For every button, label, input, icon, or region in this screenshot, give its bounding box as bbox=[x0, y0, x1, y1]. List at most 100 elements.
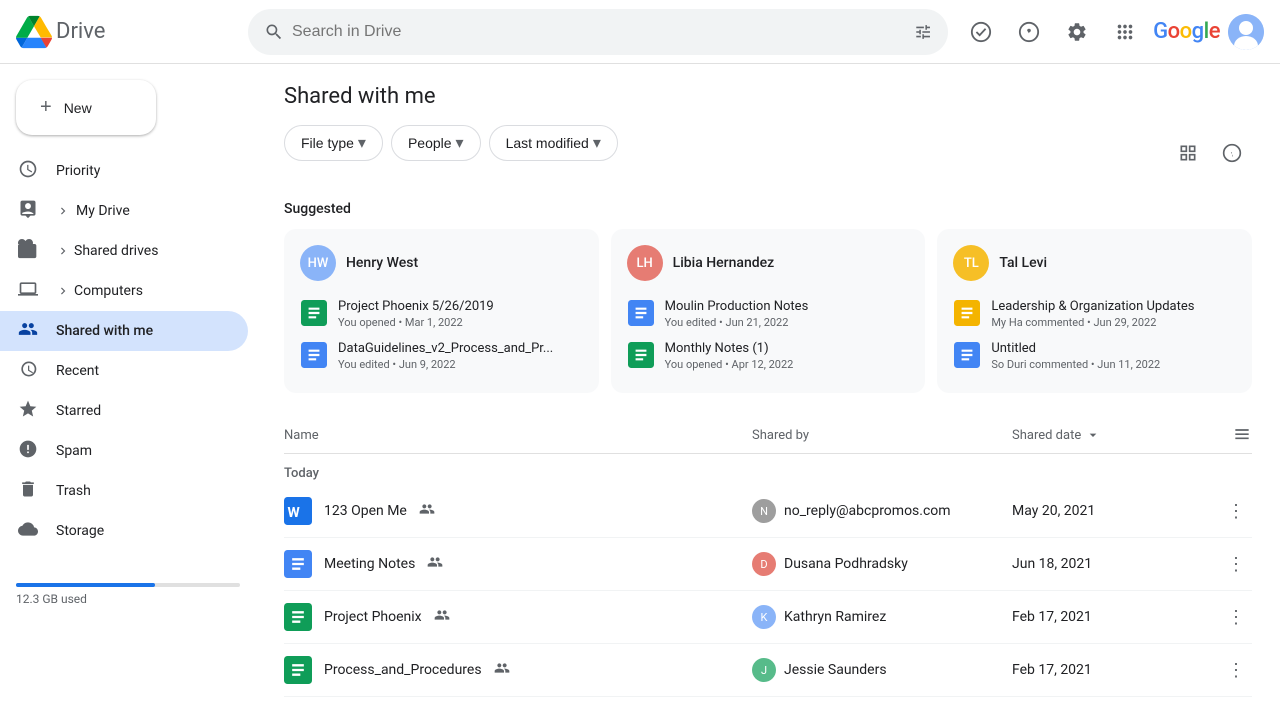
more-btn-2[interactable]: ⋮ bbox=[1220, 601, 1252, 633]
file-name-0-0: Project Phoenix 5/26/2019 bbox=[338, 299, 583, 314]
file-type-filter[interactable]: File type ▾ bbox=[284, 125, 383, 161]
new-button[interactable]: + New bbox=[16, 80, 156, 135]
file-name-col-3: Process_and_Procedures bbox=[284, 656, 752, 684]
file-row-2-1[interactable]: Untitled So Duri commented • Jun 11, 202… bbox=[953, 335, 1236, 377]
last-modified-filter[interactable]: Last modified ▾ bbox=[489, 125, 618, 161]
search-input[interactable] bbox=[292, 23, 902, 41]
storage-text: 12.3 GB used bbox=[16, 592, 87, 606]
date-col-0: May 20, 2021 bbox=[1012, 503, 1212, 519]
app-title: Drive bbox=[56, 19, 105, 44]
sidebar-item-priority-label: Priority bbox=[56, 163, 100, 179]
info-view-btn[interactable] bbox=[1212, 133, 1252, 173]
slides-icon-2-0 bbox=[953, 299, 981, 327]
sidebar-item-recent-label: Recent bbox=[56, 363, 99, 379]
sort-icon bbox=[1232, 425, 1252, 445]
main-content: Shared with me File type ▾ People ▾ Last… bbox=[256, 64, 1280, 720]
settings-icon-btn[interactable] bbox=[1057, 12, 1097, 52]
more-btn-3[interactable]: ⋮ bbox=[1220, 654, 1252, 686]
sidebar-item-spam[interactable]: Spam bbox=[0, 431, 248, 471]
shared-drives-icon bbox=[16, 239, 40, 264]
user-avatar[interactable] bbox=[1228, 14, 1264, 50]
storage-bar bbox=[16, 583, 240, 587]
suggested-section: Suggested HW Henry West Project Phoenix … bbox=[284, 201, 1252, 393]
file-type-arrow-icon: ▾ bbox=[358, 133, 366, 153]
spam-icon bbox=[16, 439, 40, 464]
group-today: Today bbox=[284, 454, 1252, 485]
people-filter[interactable]: People ▾ bbox=[391, 125, 481, 161]
sheets-icon-2 bbox=[284, 603, 312, 631]
shared-link-icon-3 bbox=[494, 660, 510, 680]
docs-icon-0-1 bbox=[300, 341, 328, 369]
sidebar-item-my-drive[interactable]: My Drive bbox=[0, 191, 248, 231]
shared-avatar-3: J bbox=[752, 658, 776, 682]
sheets-icon-0-0 bbox=[300, 299, 328, 327]
sidebar-item-starred[interactable]: Starred bbox=[0, 391, 248, 431]
svg-text:W: W bbox=[288, 505, 301, 521]
sidebar-item-recent[interactable]: Recent bbox=[0, 351, 248, 391]
person-name-2: Tal Levi bbox=[999, 255, 1047, 271]
file-type-label: File type bbox=[301, 135, 354, 151]
storage-section: 12.3 GB used bbox=[0, 559, 256, 623]
sidebar-item-trash[interactable]: Trash bbox=[0, 471, 248, 511]
sidebar-item-priority[interactable]: Priority bbox=[0, 151, 248, 191]
table-row-0[interactable]: W 123 Open Me N no_reply@abcpromos.com M… bbox=[284, 485, 1252, 538]
shared-by-name-2: Kathryn Ramirez bbox=[784, 609, 886, 625]
sidebar-item-storage[interactable]: Storage bbox=[0, 511, 248, 551]
table-row-3[interactable]: Process_and_Procedures J Jessie Saunders… bbox=[284, 644, 1252, 697]
apps-icon-btn[interactable] bbox=[1105, 12, 1145, 52]
date-col-1: Jun 18, 2021 bbox=[1012, 556, 1212, 572]
file-row-2-0[interactable]: Leadership & Organization Updates My Ha … bbox=[953, 293, 1236, 335]
help-icon-btn[interactable] bbox=[1009, 12, 1049, 52]
more-btn-1[interactable]: ⋮ bbox=[1220, 548, 1252, 580]
sidebar-item-computers[interactable]: Computers bbox=[0, 271, 248, 311]
file-meta-0-0: You opened • Mar 1, 2022 bbox=[338, 316, 583, 329]
date-col-2: Feb 17, 2021 bbox=[1012, 609, 1212, 625]
starred-icon bbox=[16, 399, 40, 424]
file-list-name-2: Project Phoenix bbox=[324, 609, 422, 625]
col-shared-date[interactable]: Shared date bbox=[1012, 425, 1212, 445]
google-logo: Google bbox=[1153, 19, 1220, 44]
file-row-1-1[interactable]: Monthly Notes (1) You opened • Apr 12, 2… bbox=[627, 335, 910, 377]
shared-by-name-1: Dusana Podhradsky bbox=[784, 556, 908, 572]
file-info-2-0: Leadership & Organization Updates My Ha … bbox=[991, 299, 1236, 329]
person-header-1: LH Libia Hernandez bbox=[627, 245, 910, 281]
col-sort[interactable] bbox=[1212, 425, 1252, 445]
last-modified-label: Last modified bbox=[506, 135, 589, 151]
more-btn-0[interactable]: ⋮ bbox=[1220, 495, 1252, 527]
plus-icon: + bbox=[40, 96, 52, 119]
table-row-2[interactable]: Project Phoenix K Kathryn Ramirez Feb 17… bbox=[284, 591, 1252, 644]
file-row-1-0[interactable]: Moulin Production Notes You edited • Jun… bbox=[627, 293, 910, 335]
shared-link-icon-1 bbox=[427, 554, 443, 574]
sort-desc-icon bbox=[1085, 427, 1101, 443]
search-bar[interactable] bbox=[248, 9, 948, 55]
word-icon-0: W bbox=[284, 497, 312, 525]
done-icon-btn[interactable] bbox=[961, 12, 1001, 52]
new-label: New bbox=[64, 100, 92, 116]
search-filter-icon[interactable] bbox=[914, 22, 932, 42]
file-table: Name Shared by Shared date Today W bbox=[284, 417, 1252, 697]
sidebar-item-starred-label: Starred bbox=[56, 403, 101, 419]
person-avatar-2: TL bbox=[953, 245, 989, 281]
file-name-2-1: Untitled bbox=[991, 341, 1236, 356]
sidebar-item-shared-drives[interactable]: Shared drives bbox=[0, 231, 248, 271]
grid-view-btn[interactable] bbox=[1168, 133, 1208, 173]
file-name-col-2: Project Phoenix bbox=[284, 603, 752, 631]
people-arrow-icon: ▾ bbox=[456, 133, 464, 153]
search-icon bbox=[264, 22, 284, 42]
table-row-1[interactable]: Meeting Notes D Dusana Podhradsky Jun 18… bbox=[284, 538, 1252, 591]
shared-by-name-0: no_reply@abcpromos.com bbox=[784, 503, 951, 519]
file-name-1-1: Monthly Notes (1) bbox=[665, 341, 910, 356]
person-avatar-0: HW bbox=[300, 245, 336, 281]
trash-icon bbox=[16, 479, 40, 504]
suggested-title: Suggested bbox=[284, 201, 1252, 217]
priority-icon bbox=[16, 159, 40, 184]
file-name-1-0: Moulin Production Notes bbox=[665, 299, 910, 314]
file-row-0-0[interactable]: Project Phoenix 5/26/2019 You opened • M… bbox=[300, 293, 583, 335]
file-row-0-1[interactable]: DataGuidelines_v2_Process_and_Pr... You … bbox=[300, 335, 583, 377]
people-label: People bbox=[408, 135, 452, 151]
shared-link-icon-2 bbox=[434, 607, 450, 627]
file-list-name-3: Process_and_Procedures bbox=[324, 662, 482, 678]
col-name: Name bbox=[284, 425, 752, 445]
sidebar-item-shared-with-me[interactable]: Shared with me bbox=[0, 311, 248, 351]
sidebar-item-storage-label: Storage bbox=[56, 523, 104, 539]
